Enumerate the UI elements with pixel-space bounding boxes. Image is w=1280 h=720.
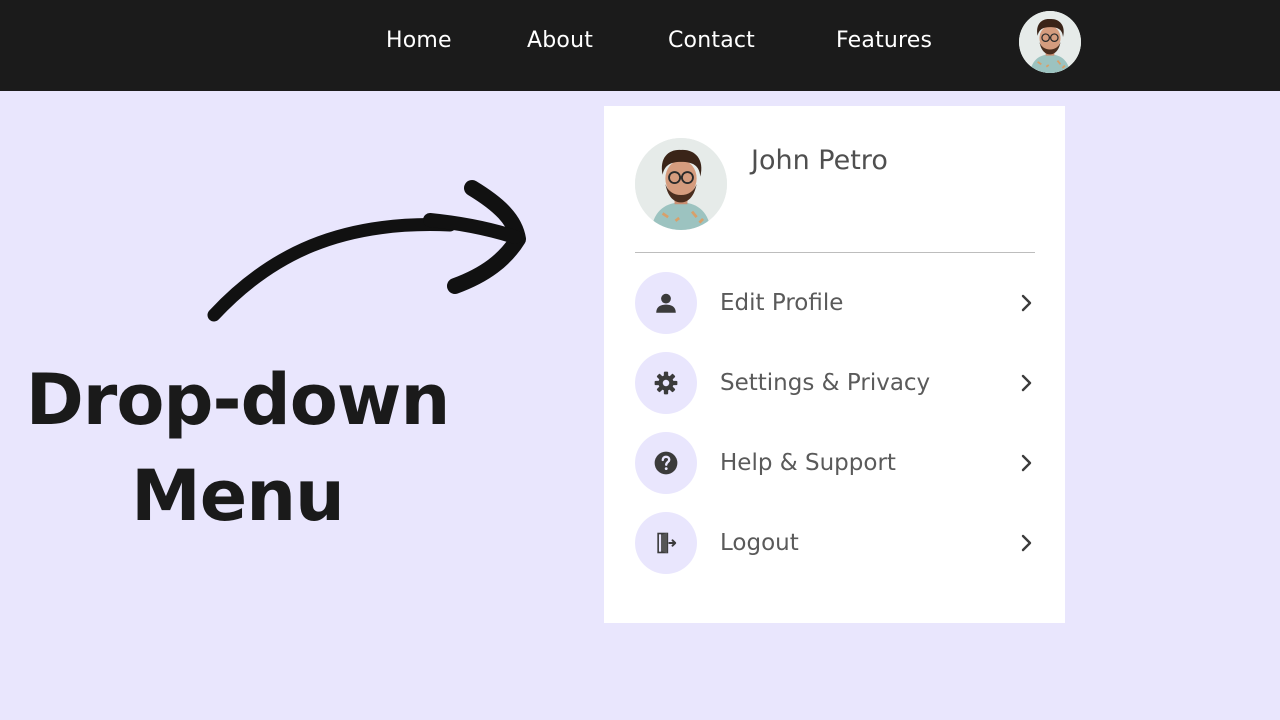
curved-arrow-graphic [207, 180, 526, 322]
chevron-right-icon [1019, 292, 1035, 314]
headline-line-2: Menu [131, 455, 345, 537]
divider [635, 252, 1035, 253]
profile-avatar-button[interactable] [1019, 11, 1081, 73]
chevron-right-icon [1019, 372, 1035, 394]
dropdown-avatar [635, 138, 727, 230]
chevron-right-icon [1019, 532, 1035, 554]
menu-item-label: Help & Support [720, 450, 896, 476]
user-icon [656, 293, 676, 313]
headline: Drop-down Menu [0, 352, 475, 544]
menu-item-logout[interactable]: Logout [635, 512, 1035, 574]
menu-item-label: Logout [720, 530, 799, 556]
question-circle-icon [654, 451, 678, 475]
menu-item-help-support[interactable]: Help & Support [635, 432, 1035, 494]
user-name: John Petro [751, 145, 888, 176]
profile-dropdown-menu: John Petro Edit Profile Settings & Priva… [604, 106, 1065, 623]
chevron-right-icon [1019, 452, 1035, 474]
nav-link-contact[interactable]: Contact [668, 26, 755, 56]
nav-link-features[interactable]: Features [836, 26, 932, 56]
menu-item-label: Settings & Privacy [720, 370, 931, 396]
menu-item-edit-profile[interactable]: Edit Profile [635, 272, 1035, 334]
avatar-image [1019, 11, 1081, 73]
gear-icon [654, 371, 678, 395]
logout-door-icon [657, 532, 677, 554]
avatar-image [635, 138, 727, 230]
menu-item-label: Edit Profile [720, 290, 844, 316]
headline-line-1: Drop-down [25, 359, 451, 441]
nav-link-home[interactable]: Home [386, 26, 452, 56]
nav-link-about[interactable]: About [527, 26, 593, 56]
top-navbar: Home About Contact Features [0, 0, 1280, 91]
menu-item-settings-privacy[interactable]: Settings & Privacy [635, 352, 1035, 414]
